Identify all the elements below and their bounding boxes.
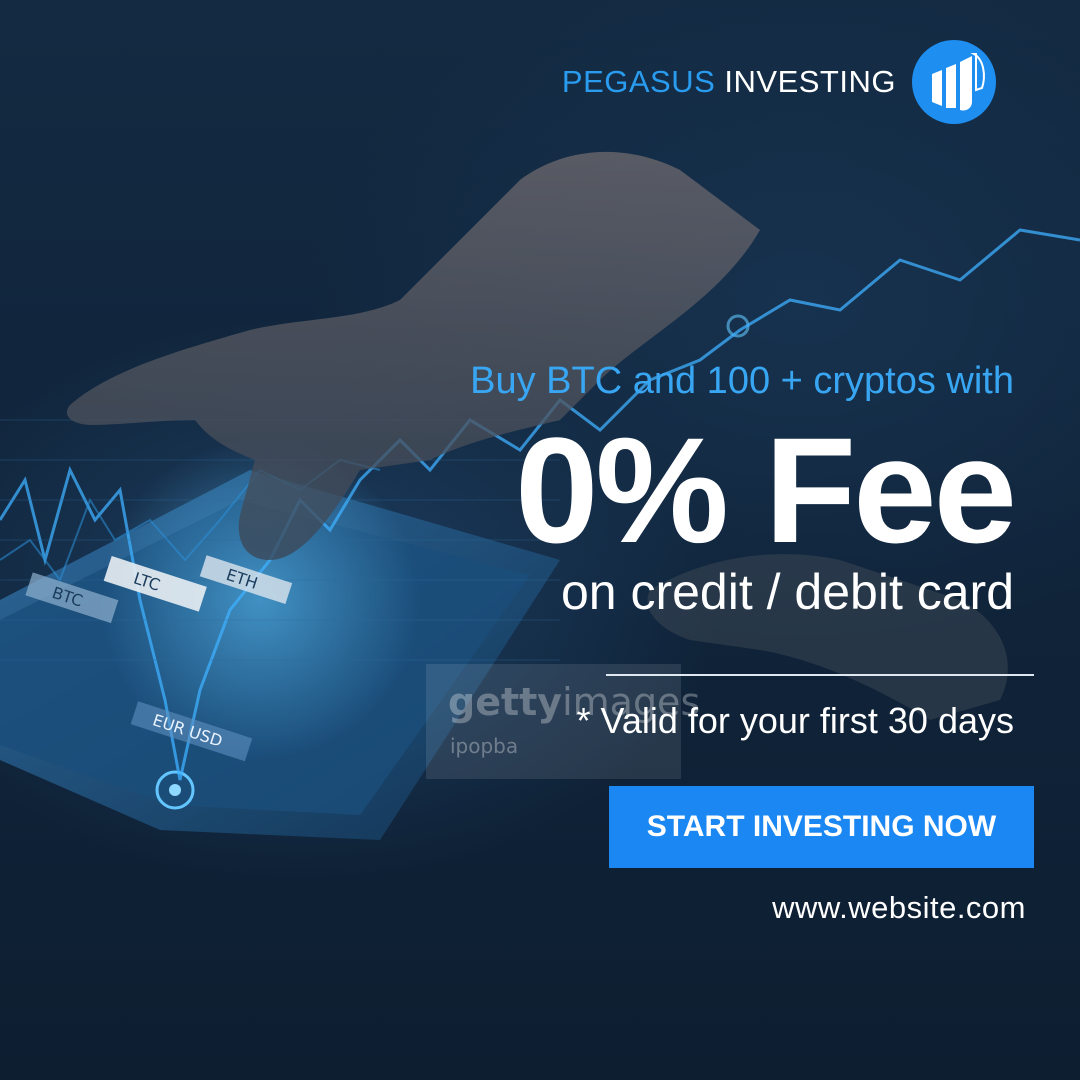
watermark-brand-bold: getty [448,680,563,724]
offer-note: * Valid for your first 30 days [576,700,1014,741]
promo-copy: Buy BTC and 100 + cryptos with 0% Fee on… [470,360,1017,620]
promo-offer: 0% Fee [515,406,1017,574]
promo-headline: Buy BTC and 100 + cryptos with [470,360,1014,402]
promo-offer-detail: on credit / debit card [560,564,1014,620]
brand-name: PEGASUS INVESTING [562,64,896,100]
brand-name-part1: PEGASUS [561,64,716,99]
pegasus-bar-chart-logo-icon [912,40,996,124]
brand-header: PEGASUS INVESTING [562,40,996,124]
brand-name-part2: INVESTING [724,64,896,99]
ad-banner: LTC BTC ETH EUR USD PEGASUS INVESTING Bu… [0,0,1080,1080]
watermark-credit: ipopba [450,734,519,758]
divider [606,674,1034,676]
website-link[interactable]: www.website.com [772,890,1026,926]
start-investing-button[interactable]: START INVESTING NOW [609,786,1034,868]
